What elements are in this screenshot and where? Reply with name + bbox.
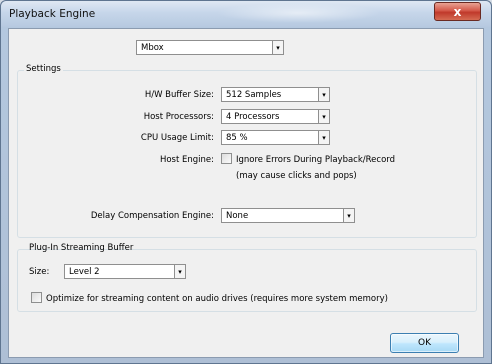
chevron-down-icon: ▾ <box>318 88 329 101</box>
settings-group-label: Settings <box>24 64 63 74</box>
hw-buffer-select[interactable]: 512 Samples ▾ <box>221 87 330 102</box>
delay-compensation-value: None <box>226 210 249 221</box>
cpu-usage-label: CPU Usage Limit: <box>140 133 214 143</box>
ignore-errors-label: Ignore Errors During Playback/Record <box>236 155 396 165</box>
buffer-size-select[interactable]: Level 2 ▾ <box>64 264 186 279</box>
ok-button[interactable]: OK <box>390 333 459 353</box>
ok-button-label: OK <box>418 338 431 348</box>
close-button[interactable]: x <box>434 2 481 21</box>
delay-compensation-label: Delay Compensation Engine: <box>90 211 214 221</box>
device-select-value: Mbox <box>141 42 164 53</box>
optimize-streaming-label: Optimize for streaming content on audio … <box>46 294 388 304</box>
chevron-down-icon: ▾ <box>343 209 354 222</box>
dialog-client-area: Mbox ▾ Settings H/W Buffer Size: 512 Sam… <box>8 28 484 358</box>
title-bar-glare <box>216 3 381 23</box>
cpu-usage-select[interactable]: 85 % ▾ <box>221 130 330 145</box>
chevron-down-icon: ▾ <box>272 41 283 54</box>
device-select[interactable]: Mbox ▾ <box>136 40 284 55</box>
host-engine-label: Host Engine: <box>159 155 214 165</box>
playback-engine-window: Playback Engine x Mbox ▾ Settings H/W Bu… <box>0 0 492 364</box>
optimize-streaming-checkbox[interactable] <box>31 292 42 303</box>
hw-buffer-value: 512 Samples <box>226 89 282 100</box>
buffer-size-label: Size: <box>29 267 50 277</box>
hw-buffer-label: H/W Buffer Size: <box>144 90 214 100</box>
title-bar[interactable]: Playback Engine x <box>1 1 491 27</box>
cpu-usage-value: 85 % <box>226 132 248 143</box>
buffer-size-value: Level 2 <box>69 266 100 277</box>
chevron-down-icon: ▾ <box>174 265 185 278</box>
host-processors-select[interactable]: 4 Processors ▾ <box>221 109 330 124</box>
window-title: Playback Engine <box>9 8 96 20</box>
plugin-buffer-group-label: Plug-In Streaming Buffer <box>29 243 134 253</box>
delay-compensation-select[interactable]: None ▾ <box>221 208 355 223</box>
close-icon: x <box>453 4 462 19</box>
chevron-down-icon: ▾ <box>318 110 329 123</box>
ignore-errors-checkbox[interactable] <box>221 153 232 164</box>
chevron-down-icon: ▾ <box>318 131 329 144</box>
host-processors-value: 4 Processors <box>226 111 280 122</box>
ignore-errors-note: (may cause clicks and pops) <box>236 171 357 181</box>
host-processors-label: Host Processors: <box>143 112 214 122</box>
